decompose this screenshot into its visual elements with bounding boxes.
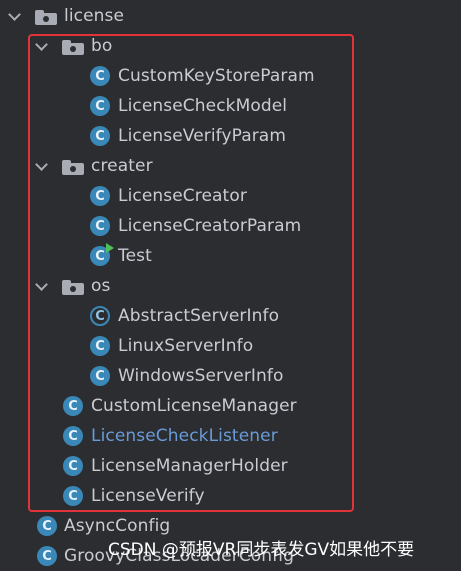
tree-item-label: LicenseCheckModel: [118, 96, 288, 116]
tree-item-label: LinuxServerInfo: [118, 336, 254, 356]
tree-item-licenseverify[interactable]: C LicenseVerify: [0, 481, 461, 511]
chevron-down-icon[interactable]: [8, 8, 21, 21]
tree-item-label: creater: [91, 156, 153, 176]
tree-item-os[interactable]: os: [0, 271, 461, 301]
project-tree: license bo C CustomKeyStoreParam C Licen…: [0, 0, 461, 569]
tree-item-label: CustomKeyStoreParam: [118, 66, 315, 86]
tree-item-label: LicenseVerifyParam: [118, 126, 286, 146]
class-icon: C: [37, 546, 57, 566]
package-folder-icon: [62, 40, 84, 55]
tree-item-test[interactable]: C Test: [0, 241, 461, 271]
tree-item-label: AsyncConfig: [64, 516, 171, 536]
tree-item-linuxserverinfo[interactable]: C LinuxServerInfo: [0, 331, 461, 361]
tree-item-creater[interactable]: creater: [0, 151, 461, 181]
tree-item-license[interactable]: license: [0, 1, 461, 31]
tree-item-customkeystoreparam[interactable]: C CustomKeyStoreParam: [0, 61, 461, 91]
tree-item-label: license: [64, 6, 125, 26]
class-icon: C: [90, 336, 110, 356]
tree-item-licensechecklistener[interactable]: C LicenseCheckListener: [0, 421, 461, 451]
tree-item-label: LicenseManagerHolder: [91, 456, 288, 476]
run-marker-icon: [106, 243, 114, 253]
tree-item-licensemanagerholder[interactable]: C LicenseManagerHolder: [0, 451, 461, 481]
class-icon: C: [63, 486, 83, 506]
class-icon: C: [90, 66, 110, 86]
tree-item-label: LicenseCheckListener: [91, 426, 278, 446]
tree-item-bo[interactable]: bo: [0, 31, 461, 61]
tree-item-label: LicenseVerify: [91, 486, 205, 506]
class-icon: C: [63, 396, 83, 416]
tree-item-licensecreator[interactable]: C LicenseCreator: [0, 181, 461, 211]
package-folder-icon: [35, 10, 57, 25]
class-icon: C: [90, 366, 110, 386]
tree-item-label: LicenseCreator: [118, 186, 247, 206]
tree-item-label: AbstractServerInfo: [118, 306, 280, 326]
tree-item-label: WindowsServerInfo: [118, 366, 284, 386]
chevron-down-icon[interactable]: [35, 38, 48, 51]
class-icon: C: [90, 96, 110, 116]
class-icon: C: [63, 456, 83, 476]
tree-item-label: Test: [118, 246, 152, 266]
tree-item-windowsserverinfo[interactable]: C WindowsServerInfo: [0, 361, 461, 391]
chevron-down-icon[interactable]: [35, 278, 48, 291]
package-folder-icon: [62, 280, 84, 295]
watermark: CSDN @预报VR同步表发GV如果他不要: [108, 540, 415, 560]
abstract-class-icon: C: [90, 306, 110, 326]
tree-item-licenseverifyparam[interactable]: C LicenseVerifyParam: [0, 121, 461, 151]
class-icon: C: [37, 516, 57, 536]
tree-item-licensecreatorparam[interactable]: C LicenseCreatorParam: [0, 211, 461, 241]
tree-item-label: bo: [91, 36, 113, 56]
tree-item-label: os: [91, 276, 111, 296]
class-icon: C: [90, 126, 110, 146]
runnable-class-icon: C: [90, 243, 114, 266]
tree-item-licensecheckmodel[interactable]: C LicenseCheckModel: [0, 91, 461, 121]
tree-item-label: LicenseCreatorParam: [118, 216, 302, 236]
tree-item-customlicensemanager[interactable]: C CustomLicenseManager: [0, 391, 461, 421]
class-icon: C: [90, 216, 110, 236]
tree-item-label: CustomLicenseManager: [91, 396, 297, 416]
chevron-down-icon[interactable]: [35, 158, 48, 171]
package-folder-icon: [62, 160, 84, 175]
class-icon: C: [63, 426, 83, 446]
class-icon: C: [90, 186, 110, 206]
tree-item-abstractserverinfo[interactable]: C AbstractServerInfo: [0, 301, 461, 331]
